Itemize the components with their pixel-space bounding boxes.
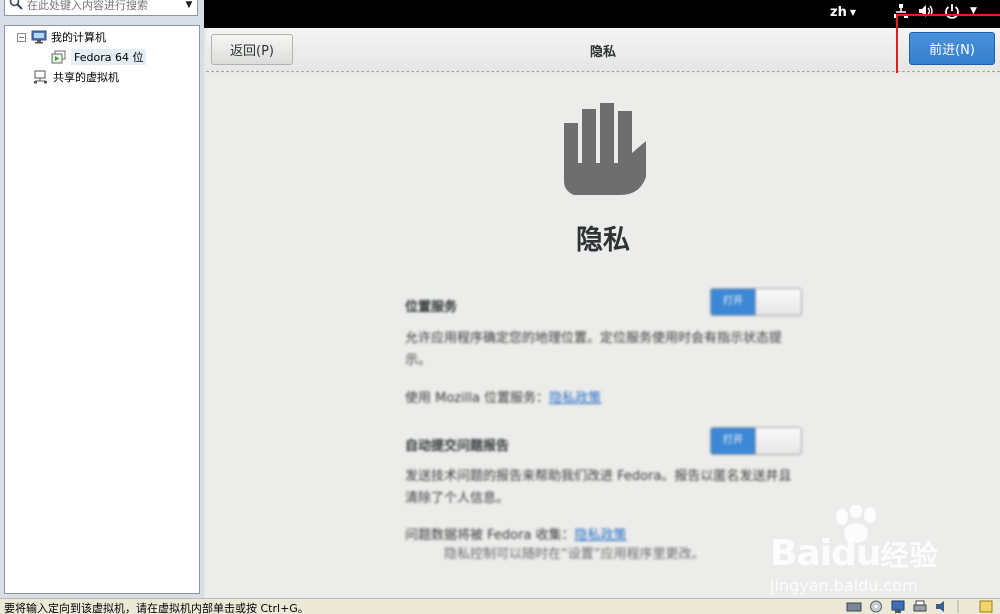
network-icon[interactable]	[894, 3, 908, 19]
location-privacy-policy-link[interactable]: 隐私政策	[549, 391, 601, 406]
power-icon[interactable]	[944, 3, 960, 19]
guest-screen[interactable]: zh ▼ ▼ 返回(P) 隐私 前进(N) 隐私 位置服务 打开 允许应用程序确…	[204, 0, 1000, 598]
dropdown-arrow-icon[interactable]: ▼	[181, 0, 197, 10]
tree-item-shared-vms[interactable]: 共享的虚拟机	[33, 68, 119, 86]
switch-knob	[755, 428, 801, 454]
volume-icon[interactable]	[918, 3, 934, 19]
cd-drive-icon[interactable]	[868, 600, 884, 613]
switch-knob	[755, 289, 801, 315]
system-tray[interactable]: ▼	[894, 3, 977, 19]
chevron-down-icon[interactable]: ▼	[970, 6, 977, 16]
tree-item-vm[interactable]: Fedora 64 位	[51, 48, 147, 66]
location-services-description: 允许应用程序确定您的地理位置。定位服务使用时会有指示状态提示。	[405, 331, 783, 368]
computer-icon	[31, 30, 47, 44]
location-services-switch[interactable]: 打开	[710, 288, 802, 316]
tree-label-vm: Fedora 64 位	[71, 49, 147, 65]
reporting-policy-prefix: 问题数据将被 Fedora 收集：	[405, 528, 575, 543]
tree-item-my-computer[interactable]: − 我的计算机	[17, 28, 106, 46]
reporting-policy-line: 问题数据将被 Fedora 收集：隐私政策	[405, 524, 627, 543]
tree-label-my-computer: 我的计算机	[51, 31, 106, 44]
vm-icon	[51, 50, 67, 64]
switch-on-label: 打开	[711, 428, 755, 454]
guest-top-bar: zh ▼ ▼	[204, 0, 1000, 28]
device-status-icons	[846, 600, 1000, 613]
status-bar: 要将输入定向到该虚拟机，请在虚拟机内部单击或按 Ctrl+G。	[0, 598, 1000, 614]
shared-vm-icon	[33, 70, 49, 84]
hand-privacy-icon	[564, 103, 646, 195]
printer-icon[interactable]	[912, 600, 928, 613]
notes-icon[interactable]	[978, 600, 994, 613]
location-services-title: 位置服务	[405, 300, 458, 315]
location-policy-line: 使用 Mozilla 位置服务：隐私政策	[405, 387, 601, 406]
back-button[interactable]: 返回(P)	[211, 34, 293, 65]
reporting-privacy-policy-link[interactable]: 隐私政策	[575, 528, 627, 543]
problem-reporting-switch[interactable]: 打开	[710, 427, 802, 455]
input-language-menu[interactable]: zh ▼	[830, 5, 856, 20]
vm-tree: − 我的计算机 Fedora 64 位 共享的虚拟机	[4, 25, 200, 594]
hard-disk-icon[interactable]	[846, 600, 862, 613]
privacy-page: 隐私 位置服务 打开 允许应用程序确定您的地理位置。定位服务使用时会有指示状态提…	[206, 73, 1000, 598]
header-title: 隐私	[589, 45, 616, 60]
problem-reporting-description: 发送技术问题的报告来帮助我们改进 Fedora。报告以匿名发送并且清除了个人信息…	[405, 469, 792, 506]
privacy-footnote: 隐私控制可以随时在“设置”应用程序里更改。	[444, 547, 705, 562]
library-search-input[interactable]	[27, 0, 181, 12]
location-policy-prefix: 使用 Mozilla 位置服务：	[405, 391, 550, 406]
chevron-down-icon: ▼	[849, 8, 856, 17]
network-adapter-icon[interactable]	[890, 600, 906, 613]
switch-on-label: 打开	[711, 289, 755, 315]
assistant-header-bar: 返回(P) 隐私 前进(N)	[206, 28, 1000, 72]
search-icon	[5, 0, 27, 14]
problem-reporting-title: 自动提交问题报告	[405, 439, 510, 454]
collapse-toggle[interactable]: −	[17, 32, 26, 42]
page-heading: 隐私	[576, 225, 630, 256]
next-button[interactable]: 前进(N)	[909, 32, 995, 65]
sound-card-icon[interactable]	[934, 600, 950, 613]
vm-library-panel: ▼ − 我的计算机 Fedora 64 位 共享的虚拟机	[0, 0, 204, 598]
separator	[956, 600, 972, 613]
library-search-box[interactable]: ▼	[4, 0, 198, 16]
status-message: 要将输入定向到该虚拟机，请在虚拟机内部单击或按 Ctrl+G。	[4, 602, 309, 614]
tree-label-shared-vms: 共享的虚拟机	[53, 71, 119, 84]
